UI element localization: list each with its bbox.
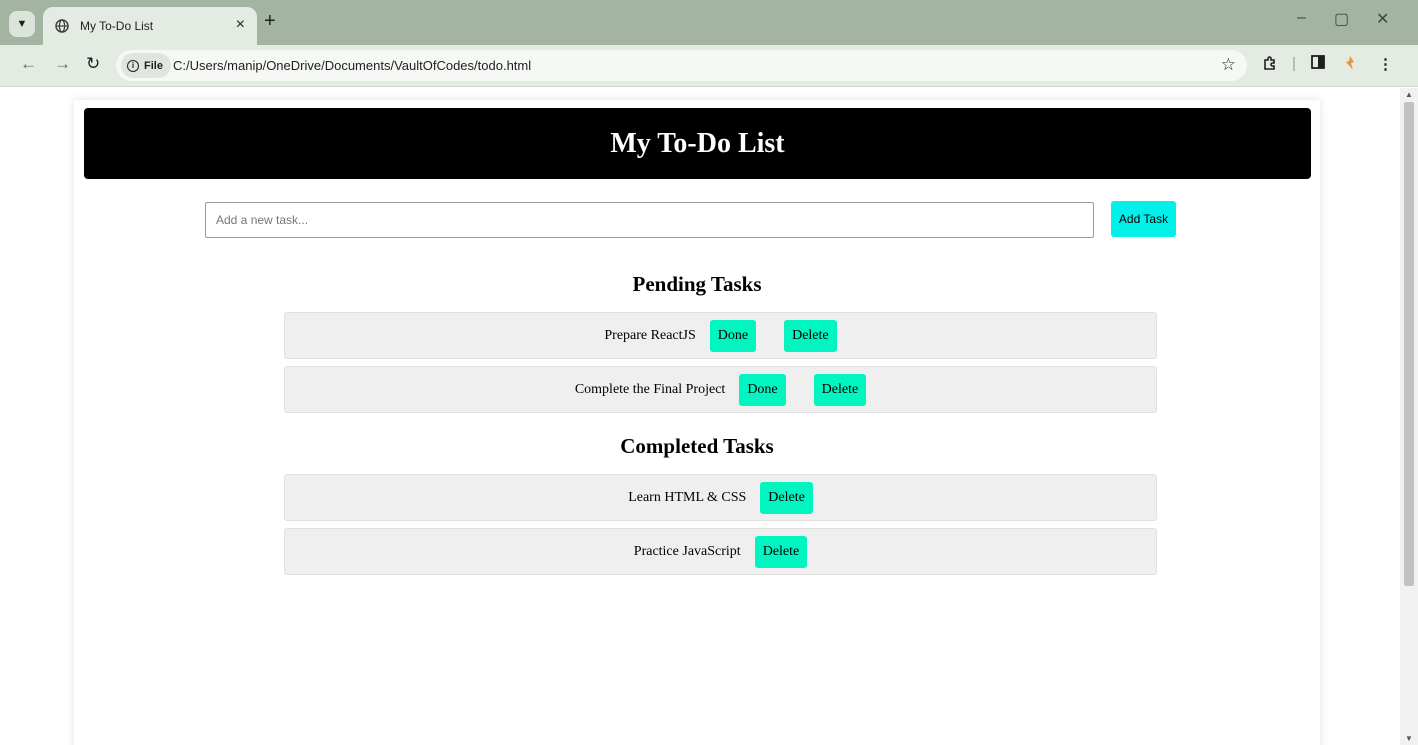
completed-task-row: Learn HTML & CSS Delete <box>284 474 1157 521</box>
site-info-label: File <box>144 59 163 72</box>
info-icon: i <box>127 59 139 72</box>
forward-icon[interactable]: → <box>54 54 71 74</box>
task-text: Complete the Final Project <box>574 381 726 397</box>
url-text[interactable]: C:/Users/manip/OneDrive/Documents/VaultO… <box>173 58 531 73</box>
restore-icon[interactable]: ▢ <box>1334 9 1349 29</box>
browser-tab[interactable]: My To-Do List × <box>43 7 257 45</box>
scroll-down-arrow-icon[interactable]: ▼ <box>1405 734 1413 743</box>
minimize-icon[interactable]: – <box>1297 9 1306 27</box>
add-task-button[interactable]: Add Task <box>1111 201 1176 237</box>
site-info-chip[interactable]: i File <box>121 53 171 78</box>
side-panel-icon[interactable] <box>1311 55 1325 73</box>
page-title: My To-Do List <box>610 127 785 159</box>
new-tab-button[interactable]: + <box>264 10 276 33</box>
task-text: Practice JavaScript <box>633 543 741 559</box>
pending-task-row: Complete the Final Project Done Delete <box>284 366 1157 413</box>
profile-avatar-icon[interactable] <box>1343 55 1357 75</box>
pending-task-row: Prepare ReactJS Done Delete <box>284 312 1157 359</box>
globe-icon <box>55 19 69 33</box>
completed-tasks-heading: Completed Tasks <box>620 434 774 458</box>
task-text: Prepare ReactJS <box>604 327 696 343</box>
address-bar[interactable]: i File C:/Users/manip/OneDrive/Documents… <box>116 50 1247 81</box>
scroll-up-arrow-icon[interactable]: ▲ <box>1405 90 1413 99</box>
menu-kebab-icon[interactable]: ⋮ <box>1378 55 1393 73</box>
back-icon[interactable]: ← <box>20 54 37 74</box>
tab-search-button[interactable]: ▼ <box>9 11 35 37</box>
new-task-input[interactable] <box>205 202 1094 238</box>
page-viewport: My To-Do List Add Task Pending Tasks Pre… <box>0 88 1400 745</box>
extensions-icon[interactable] <box>1262 55 1278 75</box>
tab-title: My To-Do List <box>80 19 154 33</box>
browser-toolbar: ← → ↻ i File C:/Users/manip/OneDrive/Doc… <box>0 45 1418 87</box>
reload-icon[interactable]: ↻ <box>86 54 100 74</box>
delete-button[interactable]: Delete <box>754 535 808 568</box>
bookmark-star-icon[interactable]: ☆ <box>1221 55 1236 75</box>
completed-task-row: Practice JavaScript Delete <box>284 528 1157 575</box>
delete-button[interactable]: Delete <box>760 481 813 514</box>
delete-button[interactable]: Delete <box>813 373 867 406</box>
delete-button[interactable]: Delete <box>784 319 837 352</box>
done-button[interactable]: Done <box>739 373 786 406</box>
pending-tasks-heading: Pending Tasks <box>632 272 762 296</box>
chevron-down-icon: ▼ <box>16 18 28 30</box>
page-scrollbar[interactable]: ▲ ▼ <box>1400 88 1418 745</box>
done-button[interactable]: Done <box>709 319 757 352</box>
toolbar-divider: | <box>1292 55 1296 72</box>
tab-strip: ▼ My To-Do List × + – ▢ ✕ <box>0 0 1418 45</box>
scrollbar-thumb[interactable] <box>1404 102 1414 586</box>
todo-container: My To-Do List Add Task Pending Tasks Pre… <box>74 100 1320 745</box>
window-close-icon[interactable]: ✕ <box>1376 9 1389 29</box>
close-tab-icon[interactable]: × <box>236 16 245 34</box>
page-header: My To-Do List <box>84 108 1311 179</box>
task-text: Learn HTML & CSS <box>628 489 747 505</box>
